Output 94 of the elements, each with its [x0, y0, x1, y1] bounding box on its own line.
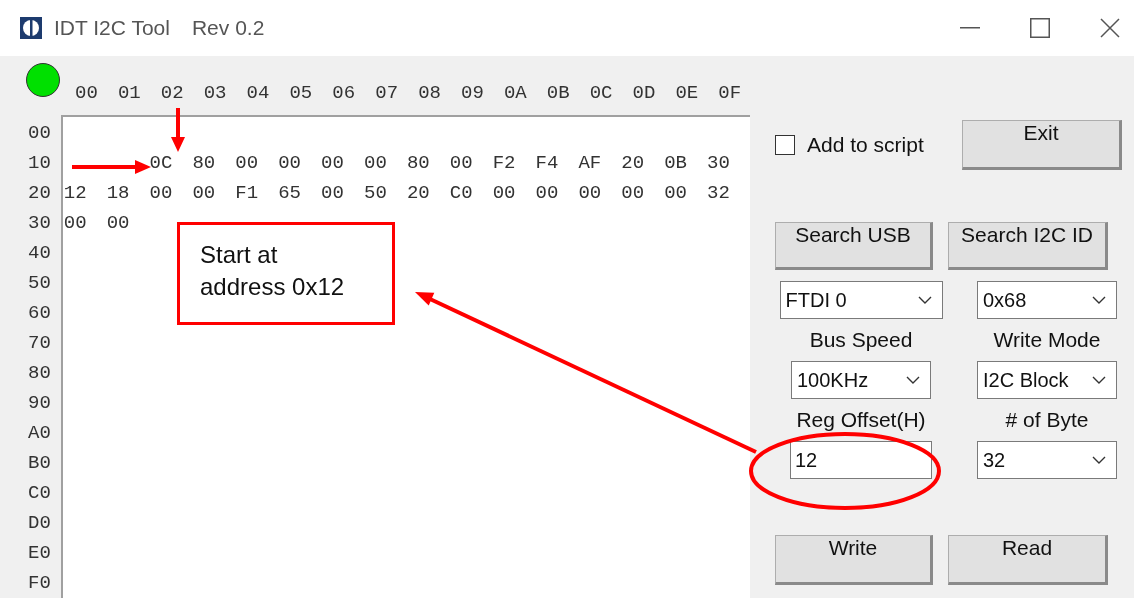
column-header: 0D [632, 81, 657, 104]
column-header: 03 [203, 81, 228, 104]
column-header: 02 [160, 81, 185, 104]
bus-speed-dropdown[interactable]: 100KHz [791, 361, 931, 399]
hex-value: 50 [364, 181, 388, 206]
search-i2c-id-button[interactable]: Search I2C ID [948, 222, 1108, 270]
hex-value: 80 [192, 151, 217, 176]
write-mode-label: Write Mode [993, 328, 1101, 352]
column-header: 08 [418, 81, 442, 104]
hex-value: 20 [621, 151, 646, 176]
row-address: 70 [27, 331, 52, 356]
hex-value: 32 [707, 181, 731, 206]
hex-value: 00 [321, 151, 345, 176]
row-address: C0 [27, 481, 52, 506]
maximize-icon[interactable] [1030, 18, 1050, 38]
row-address: 30 [27, 211, 52, 236]
checkbox[interactable] [775, 135, 795, 155]
hex-value: 30 [707, 151, 731, 176]
column-header: 0B [546, 81, 571, 104]
hex-value: 00 [449, 151, 474, 176]
column-header: 0A [503, 81, 528, 104]
hex-value: 80 [406, 151, 431, 176]
chevron-down-icon [917, 296, 932, 304]
hex-value: 00 [235, 151, 260, 176]
down-arrow [171, 108, 185, 152]
hex-value: 00 [63, 211, 88, 236]
bus-speed-label: Bus Speed [809, 328, 913, 352]
hex-value: 00 [106, 211, 131, 236]
hex-value: 00 [621, 181, 646, 206]
reg-offset-input[interactable]: 12 [790, 441, 932, 479]
column-header: 0F [718, 81, 743, 104]
chevron-down-icon [1092, 376, 1106, 384]
write-mode-dropdown[interactable]: I2C Block [977, 361, 1117, 399]
read-button[interactable]: Read [948, 535, 1108, 585]
hex-value: 00 [278, 151, 302, 176]
row-address: 10 [27, 151, 52, 176]
column-header: 0C [589, 81, 614, 104]
row-address: 20 [27, 181, 52, 206]
row-address: D0 [27, 511, 52, 536]
add-to-script-checkbox[interactable]: Add to script [775, 133, 947, 157]
hex-value: 00 [578, 181, 603, 206]
write-button[interactable]: Write [775, 535, 933, 585]
hex-value: 12 [63, 181, 88, 206]
hex-value: 0C [149, 151, 174, 176]
row-address: 80 [27, 361, 52, 386]
hex-value: 00 [535, 181, 560, 206]
hex-value: 00 [192, 181, 217, 206]
hex-value: AF [578, 151, 603, 176]
row-address: E0 [27, 541, 52, 566]
search-usb-button[interactable]: Search USB [775, 222, 933, 270]
row-address: F0 [27, 571, 52, 596]
row-address: B0 [27, 451, 52, 476]
byte-count-label: # of Byte [1005, 408, 1089, 432]
row-address: 60 [27, 301, 52, 326]
hex-value: 00 [364, 151, 388, 176]
chevron-down-icon [1092, 456, 1106, 464]
hex-value: 00 [321, 181, 345, 206]
hex-value: 65 [278, 181, 302, 206]
column-header: 09 [461, 81, 485, 104]
hex-value: F4 [535, 151, 560, 176]
hex-value: F1 [235, 181, 260, 206]
close-icon[interactable] [1100, 18, 1120, 38]
usb-device-dropdown[interactable]: FTDI 0 [779, 281, 943, 319]
column-header: 06 [332, 81, 357, 104]
row-address: A0 [27, 421, 52, 446]
hex-value: 00 [149, 181, 174, 206]
hex-value: C0 [449, 181, 474, 206]
hex-value: 00 [492, 181, 517, 206]
column-header: 0E [675, 81, 700, 104]
window-title: IDT I2C Tool [54, 16, 170, 40]
column-header: 04 [246, 81, 271, 104]
hex-value: 00 [664, 181, 689, 206]
row-address: 00 [27, 121, 52, 146]
row-address: 40 [27, 241, 52, 266]
hex-value: 0B [664, 151, 689, 176]
byte-count-dropdown[interactable]: 32 [977, 441, 1117, 479]
hex-value: 20 [406, 181, 431, 206]
column-header: 01 [117, 81, 142, 104]
row-address: 50 [27, 271, 52, 296]
chevron-down-icon [906, 376, 920, 384]
row-address: 90 [27, 391, 52, 416]
column-header: 07 [375, 81, 400, 104]
app-logo-icon [20, 17, 42, 39]
chevron-down-icon [1092, 296, 1106, 304]
callout-text: Start at address 0x12 [177, 222, 395, 325]
hex-value: 18 [106, 181, 131, 206]
exit-button[interactable]: Exit [962, 120, 1122, 170]
reg-offset-label: Reg Offset(H) [796, 408, 926, 432]
minimize-icon[interactable] [960, 27, 980, 29]
hex-value: F2 [492, 151, 517, 176]
i2c-id-dropdown[interactable]: 0x68 [977, 281, 1117, 319]
version-label: Rev 0.2 [191, 16, 265, 40]
column-header: 00 [75, 81, 99, 104]
column-header: 05 [289, 81, 314, 104]
